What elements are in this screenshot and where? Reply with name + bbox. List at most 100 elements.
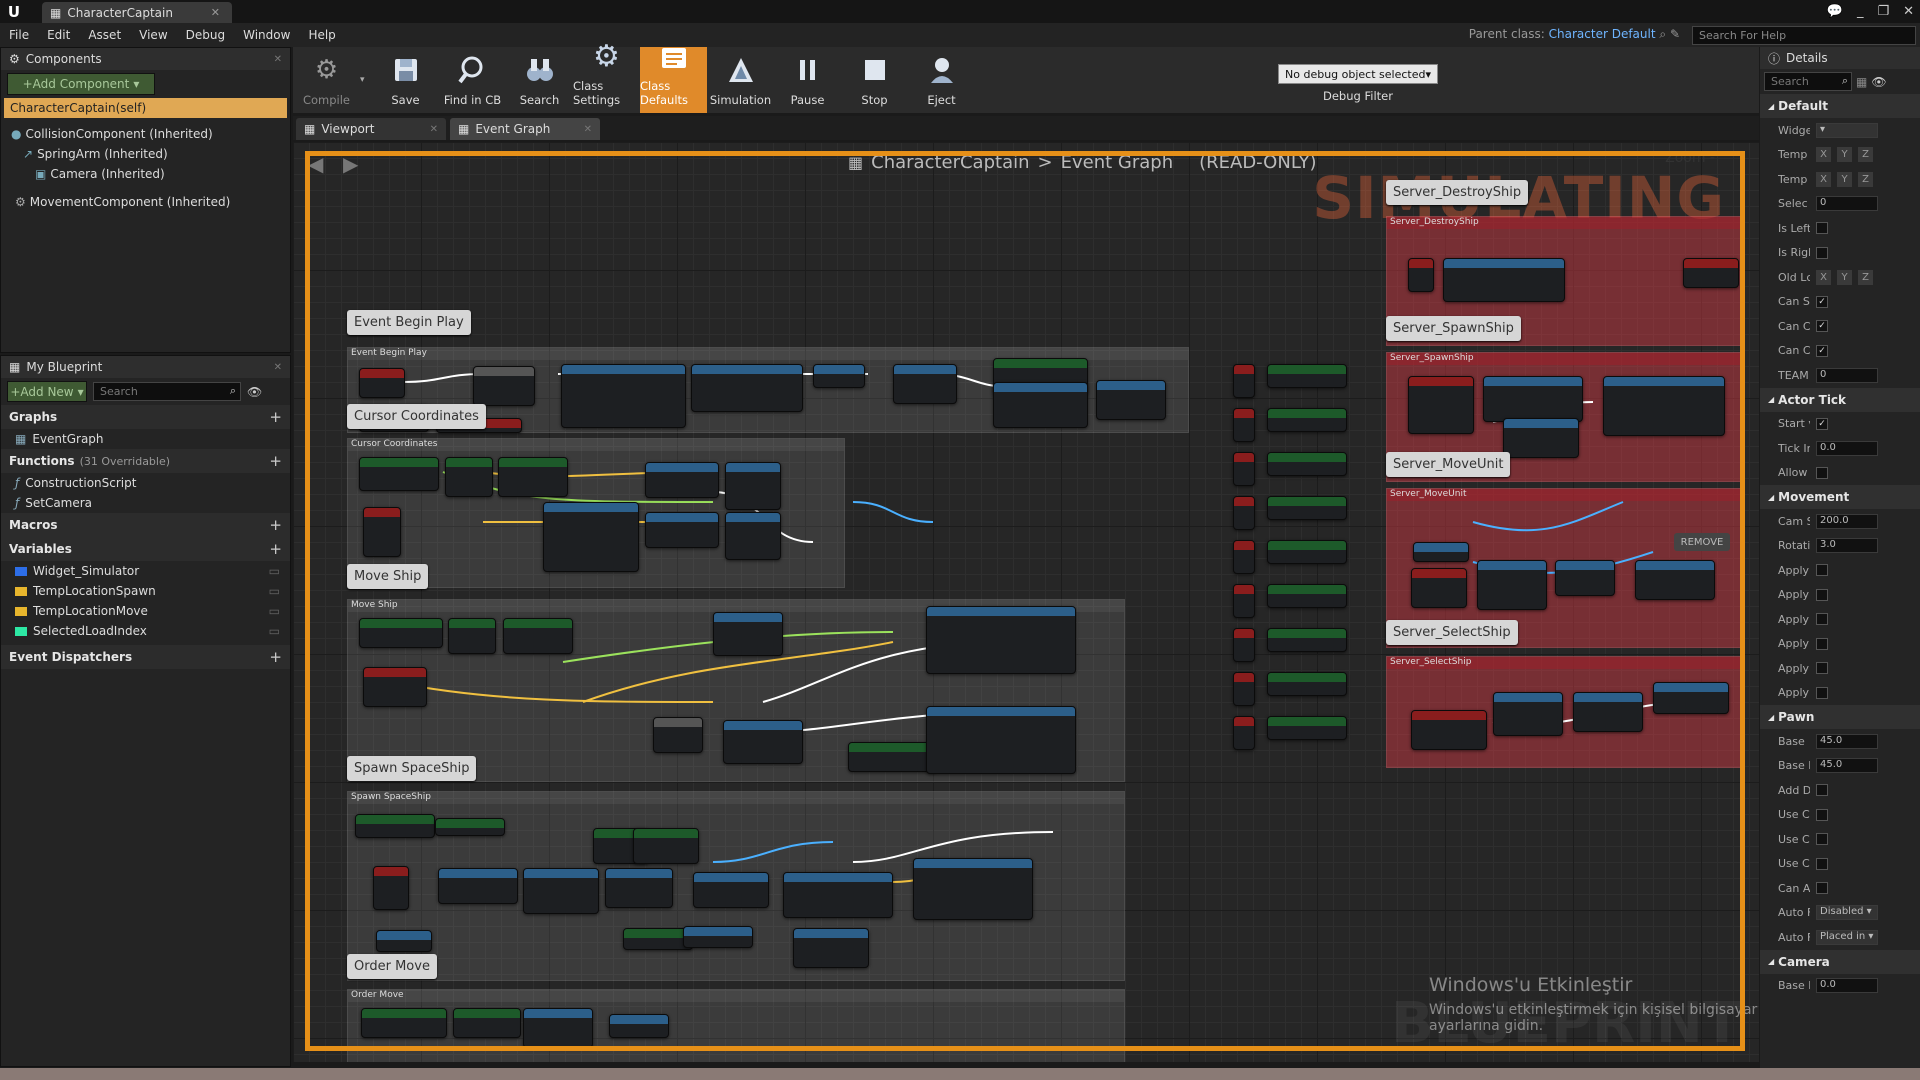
graph-node[interactable] [359, 457, 439, 491]
close-tab-icon[interactable]: ✕ [584, 124, 592, 135]
graph-node[interactable] [1573, 692, 1643, 732]
property-field[interactable]: 45.0 [1816, 758, 1878, 774]
property-checkbox[interactable] [1816, 637, 1828, 650]
graph-node[interactable] [1233, 364, 1255, 398]
stop-button[interactable]: Stop [841, 47, 908, 113]
close-tab-icon[interactable]: ✕ [211, 6, 220, 19]
graph-node[interactable] [1503, 418, 1579, 458]
menu-edit[interactable]: Edit [38, 28, 79, 42]
property-checkbox[interactable] [1816, 662, 1828, 675]
graph-node[interactable] [1653, 682, 1729, 714]
graph-node[interactable] [435, 818, 505, 836]
add-variable-button[interactable]: + [269, 540, 282, 558]
property-field[interactable]: 3.0 [1816, 538, 1878, 554]
graph-node[interactable] [926, 706, 1076, 774]
function-item-setcamera[interactable]: ƒ SetCamera [1, 493, 290, 513]
class-defaults-button[interactable]: Class Defaults [640, 47, 707, 113]
graph-node[interactable] [1267, 408, 1347, 432]
comment-bubble[interactable]: Cursor Coordinates [347, 404, 486, 429]
add-graph-button[interactable]: + [269, 408, 282, 426]
comment-bubble[interactable]: Event Begin Play [347, 310, 471, 335]
property-checkbox[interactable] [1816, 588, 1828, 601]
graph-node[interactable] [1267, 364, 1347, 388]
details-section-header[interactable]: ◢ Movement [1760, 485, 1920, 509]
graph-node[interactable] [848, 742, 938, 772]
vector-component-field[interactable]: Z [1858, 269, 1873, 285]
property-dropdown[interactable]: Disabled ▾ [1816, 905, 1878, 921]
graph-node[interactable] [926, 606, 1076, 674]
comment-bubble[interactable]: Server_SpawnShip [1386, 316, 1521, 341]
property-checkbox[interactable]: ✓ [1816, 320, 1828, 333]
graph-node[interactable] [1683, 258, 1739, 288]
eye-closed-icon[interactable]: ▭ [269, 604, 280, 618]
property-checkbox[interactable] [1816, 857, 1828, 870]
graph-node[interactable] [523, 868, 599, 914]
graph-node[interactable] [1477, 560, 1547, 610]
vector-component-field[interactable]: Z [1858, 171, 1873, 187]
edit-icon[interactable]: ✎ [1670, 27, 1680, 41]
blueprint-search-input[interactable]: Search ⌕ [93, 382, 241, 401]
graph-node[interactable] [359, 618, 443, 648]
restore-button[interactable]: ❐ [1877, 4, 1889, 19]
details-search-input[interactable]: Search ⌕ [1764, 72, 1852, 91]
property-checkbox[interactable]: ✓ [1816, 417, 1828, 430]
vector-component-field[interactable]: X [1816, 147, 1831, 163]
property-field[interactable]: 45.0 [1816, 733, 1878, 749]
graph-node[interactable] [1267, 452, 1347, 476]
graph-node[interactable] [363, 667, 427, 707]
menu-help[interactable]: Help [299, 28, 344, 42]
details-section-header[interactable]: ◢ Default [1760, 94, 1920, 118]
pause-button[interactable]: Pause [774, 47, 841, 113]
close-panel-icon[interactable]: ✕ [274, 362, 282, 373]
graph-node[interactable] [893, 364, 957, 404]
add-new-button[interactable]: +Add New ▾ [7, 381, 87, 402]
property-checkbox[interactable] [1816, 222, 1828, 235]
minimize-button[interactable]: _ [1857, 4, 1864, 19]
menu-window[interactable]: Window [234, 28, 299, 42]
graph-node[interactable] [1411, 710, 1487, 750]
graph-node[interactable] [1233, 628, 1255, 662]
component-springarm[interactable]: ↗ SpringArm (Inherited) [1, 144, 290, 164]
eye-icon[interactable]: 👁 [1871, 75, 1886, 89]
graph-node[interactable] [609, 1014, 669, 1038]
vector-component-field[interactable]: X [1816, 171, 1831, 187]
document-tab[interactable]: ▦ CharacterCaptain ✕ [42, 2, 232, 23]
comment-bubble[interactable]: Server_SelectShip [1386, 620, 1518, 645]
property-checkbox[interactable] [1816, 833, 1828, 846]
property-dropdown[interactable]: Placed in ▾ [1816, 929, 1878, 945]
graph-node[interactable] [783, 872, 893, 918]
property-checkbox[interactable]: ✓ [1816, 344, 1828, 357]
graph-node[interactable] [1493, 692, 1563, 736]
compile-options-icon[interactable]: ▾ [360, 47, 372, 85]
graph-node[interactable] [453, 1008, 521, 1038]
property-checkbox[interactable]: ✓ [1816, 295, 1828, 308]
graph-node[interactable] [1233, 672, 1255, 706]
property-field[interactable]: 0 [1816, 196, 1878, 212]
graph-node[interactable] [683, 926, 753, 948]
vector-component-field[interactable]: Y [1837, 269, 1852, 285]
eye-closed-icon[interactable]: ▭ [269, 564, 280, 578]
add-macro-button[interactable]: + [269, 516, 282, 534]
details-section-header[interactable]: ◢ Pawn [1760, 705, 1920, 729]
property-field[interactable]: 0 [1816, 367, 1878, 383]
property-field[interactable]: 200.0 [1816, 513, 1878, 529]
graph-node[interactable] [1267, 496, 1347, 520]
graph-node[interactable] [561, 364, 686, 428]
vector-component-field[interactable]: Y [1837, 171, 1852, 187]
add-component-button[interactable]: +Add Component ▾ [7, 73, 155, 95]
property-field[interactable]: 0.0 [1816, 440, 1878, 456]
add-function-button[interactable]: + [269, 452, 282, 470]
comment-bubble[interactable]: Spawn SpaceShip [347, 756, 477, 781]
graph-node[interactable] [359, 368, 405, 398]
variable-item[interactable]: TempLocationMove ▭ [1, 601, 290, 621]
variables-section[interactable]: Variables + [1, 537, 290, 561]
graph-node[interactable] [448, 618, 496, 654]
menu-file[interactable]: File [0, 28, 38, 42]
simulation-button[interactable]: Simulation [707, 47, 774, 113]
graph-node[interactable] [1408, 258, 1434, 292]
details-section-header[interactable]: ◢ Actor Tick [1760, 387, 1920, 412]
class-settings-button[interactable]: ⚙ Class Settings [573, 39, 640, 113]
menu-debug[interactable]: Debug [177, 28, 234, 42]
property-field[interactable]: 0.0 [1816, 978, 1878, 994]
add-dispatcher-button[interactable]: + [269, 648, 282, 666]
